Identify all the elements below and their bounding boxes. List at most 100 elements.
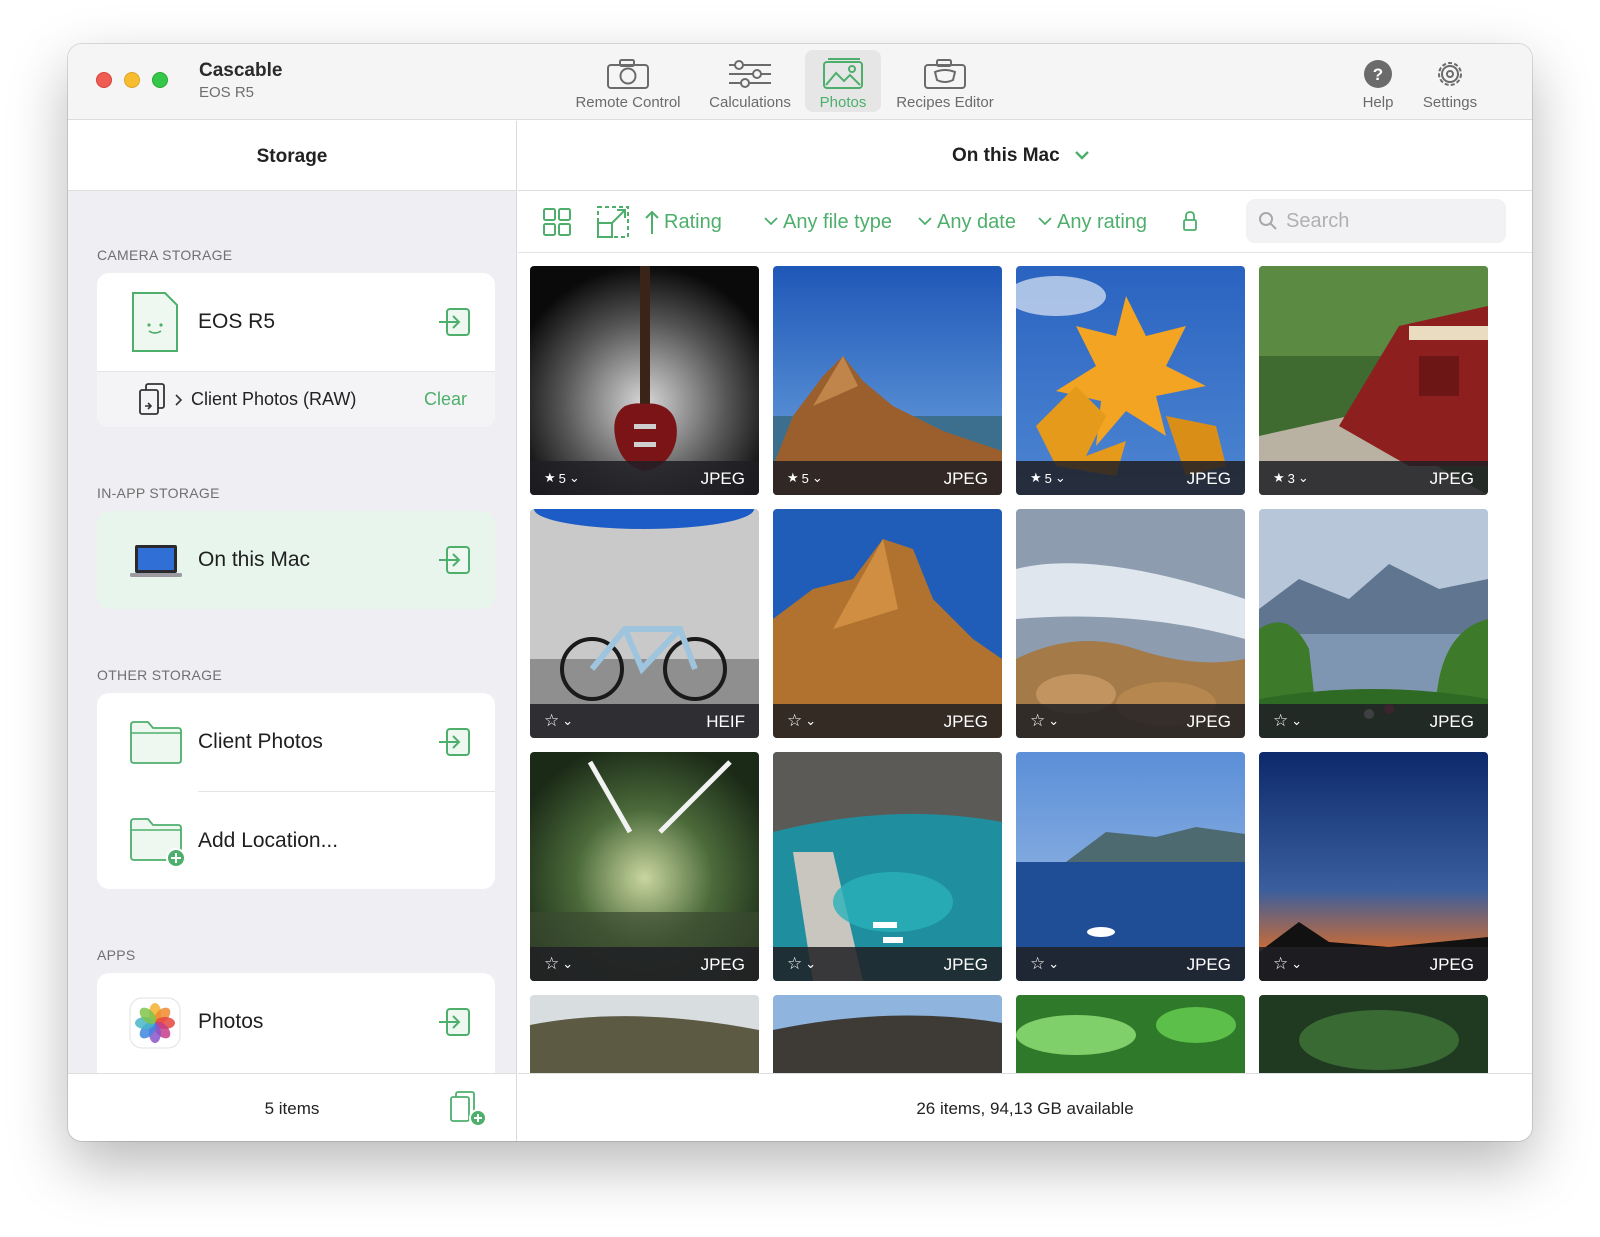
rating-control[interactable]: ☆ ⌄ bbox=[1030, 711, 1059, 731]
open-storage-icon[interactable] bbox=[437, 307, 471, 337]
toolbar-recipes-editor[interactable]: Recipes Editor bbox=[888, 50, 1002, 112]
photo-info-bar: ☆ ⌄ JPEG bbox=[1259, 947, 1488, 981]
photo-thumbnail[interactable]: ★ 5 ⌄ JPEG bbox=[773, 266, 1002, 495]
photo-thumbnail[interactable]: ☆ ⌄ JPEG bbox=[530, 752, 759, 981]
photos-icon bbox=[823, 58, 863, 89]
rating-control[interactable]: ☆ ⌄ bbox=[787, 954, 816, 974]
search-field[interactable] bbox=[1246, 199, 1506, 243]
rating-control[interactable]: ★ 5 ⌄ bbox=[787, 468, 823, 488]
open-storage-icon[interactable] bbox=[437, 1007, 471, 1037]
photos-count-status: 26 items, 94,13 GB available bbox=[916, 1099, 1134, 1118]
storage-item-label: EOS R5 bbox=[198, 310, 276, 333]
photo-thumbnail[interactable]: ★ 5 ⌄ JPEG bbox=[1016, 266, 1245, 495]
storage-item-client-photos[interactable]: Client Photos bbox=[97, 693, 495, 791]
thumbnail-size-icon[interactable] bbox=[596, 205, 630, 239]
photo-thumbnail[interactable] bbox=[1259, 995, 1488, 1073]
rating-control[interactable]: ★ 3 ⌄ bbox=[1273, 468, 1309, 488]
photo-thumbnail[interactable]: ☆ ⌄ JPEG bbox=[773, 752, 1002, 981]
open-storage-icon[interactable] bbox=[437, 727, 471, 757]
grid-view-icon[interactable] bbox=[542, 207, 572, 237]
chevron-down-icon: ⌄ bbox=[562, 956, 574, 971]
file-type-label: JPEG bbox=[1429, 469, 1474, 488]
file-type-label: JPEG bbox=[1429, 955, 1474, 974]
chevron-down-icon: ⌄ bbox=[1297, 470, 1309, 485]
gear-icon bbox=[1438, 62, 1462, 86]
sort-by-rating-button[interactable]: Rating bbox=[664, 211, 722, 234]
close-window-button[interactable] bbox=[96, 72, 112, 88]
photo-thumbnail[interactable] bbox=[773, 995, 1002, 1073]
toolbar-photos[interactable]: Photos bbox=[805, 50, 881, 112]
open-storage-icon[interactable] bbox=[437, 545, 471, 575]
photo-thumbnail[interactable]: ☆ ⌄ JPEG bbox=[1259, 509, 1488, 738]
sort-ascending-icon[interactable] bbox=[644, 209, 660, 235]
toolbar-help[interactable]: ? Help bbox=[1350, 50, 1406, 112]
clear-button[interactable]: Clear bbox=[424, 389, 467, 410]
lock-icon[interactable] bbox=[1182, 210, 1198, 232]
location-header: On this Mac bbox=[518, 121, 1532, 191]
section-label-camera: CAMERA STORAGE bbox=[97, 247, 233, 263]
photo-thumbnail[interactable]: ☆ ⌄ JPEG bbox=[1016, 509, 1245, 738]
photo-green-leaves bbox=[1016, 995, 1245, 1073]
photo-info-bar: ☆ ⌄ JPEG bbox=[773, 704, 1002, 738]
location-picker[interactable]: On this Mac bbox=[952, 145, 1060, 167]
svg-text:?: ? bbox=[1373, 65, 1383, 84]
add-folder-icon bbox=[130, 818, 186, 868]
file-type-filter[interactable]: Any file type bbox=[783, 211, 892, 234]
photo-thumbnail[interactable]: ☆ ⌄ JPEG bbox=[1016, 752, 1245, 981]
rating-control[interactable]: ☆ ⌄ bbox=[1273, 954, 1302, 974]
chevron-down-icon[interactable] bbox=[1074, 149, 1090, 161]
chevron-down-icon bbox=[764, 217, 778, 226]
storage-item-eos-r5[interactable]: EOS R5 bbox=[97, 273, 495, 371]
toolbar-remote-control[interactable]: Remote Control bbox=[568, 50, 688, 112]
storage-item-photos-app[interactable]: Photos bbox=[97, 973, 495, 1071]
photo-info-bar: ★ 5 ⌄ JPEG bbox=[530, 461, 759, 495]
photo-info-bar: ★ 5 ⌄ JPEG bbox=[1016, 461, 1245, 495]
photo-thumbnail[interactable]: ☆ ⌄ HEIF bbox=[530, 509, 759, 738]
file-type-label: JPEG bbox=[943, 955, 988, 974]
chevron-down-icon: ⌄ bbox=[1048, 956, 1060, 971]
file-type-label: JPEG bbox=[700, 469, 745, 488]
date-filter[interactable]: Any date bbox=[937, 211, 1016, 234]
camera-storage-card: EOS R5 Client Photos (RAW) Clear bbox=[97, 273, 495, 427]
rating-control[interactable]: ☆ ⌄ bbox=[544, 954, 573, 974]
sidebar-footer: 5 items bbox=[68, 1073, 517, 1141]
photo-grid[interactable]: ★ 5 ⌄ JPEG ★ 5 ⌄ JPEG ★ 5 ⌄ JPEG ★ 3 ⌄ J… bbox=[530, 266, 1530, 1073]
photo-thumbnail[interactable]: ★ 3 ⌄ JPEG bbox=[1259, 266, 1488, 495]
camera-folder-row[interactable]: Client Photos (RAW) Clear bbox=[97, 372, 495, 427]
photo-thumbnail[interactable]: ☆ ⌄ JPEG bbox=[773, 509, 1002, 738]
chevron-down-icon bbox=[1038, 217, 1052, 226]
toolbar-label: Photos bbox=[819, 94, 867, 111]
photo-thumbnail[interactable] bbox=[530, 995, 759, 1073]
add-location-button[interactable]: Add Location... bbox=[97, 792, 495, 889]
rating-value: 5 bbox=[1044, 470, 1052, 486]
photo-thumbnail[interactable] bbox=[1016, 995, 1245, 1073]
laptop-icon bbox=[130, 545, 182, 577]
add-storage-icon[interactable] bbox=[448, 1090, 488, 1128]
rating-filter[interactable]: Any rating bbox=[1057, 211, 1147, 234]
file-type-label: HEIF bbox=[706, 712, 745, 731]
star-filled-icon: ★ bbox=[1030, 470, 1042, 485]
rating-value: 3 bbox=[1287, 470, 1295, 486]
inapp-storage-card: On this Mac bbox=[97, 511, 495, 609]
rating-control[interactable]: ★ 5 ⌄ bbox=[1030, 468, 1066, 488]
file-type-label: JPEG bbox=[943, 712, 988, 731]
star-filled-icon: ★ bbox=[1273, 470, 1285, 485]
toolbar-calculations[interactable]: Calculations bbox=[702, 50, 798, 112]
rating-control[interactable]: ★ 5 ⌄ bbox=[544, 468, 580, 488]
toolbar-settings[interactable]: Settings bbox=[1412, 50, 1488, 112]
storage-item-on-this-mac[interactable]: On this Mac bbox=[97, 511, 495, 609]
storage-item-label: Client Photos bbox=[198, 730, 323, 753]
storage-item-label: Add Location... bbox=[198, 829, 339, 852]
rating-control[interactable]: ☆ ⌄ bbox=[544, 711, 573, 731]
rating-control[interactable]: ☆ ⌄ bbox=[1273, 711, 1302, 731]
photo-thumbnail[interactable]: ★ 5 ⌄ JPEG bbox=[530, 266, 759, 495]
minimize-window-button[interactable] bbox=[124, 72, 140, 88]
section-label-other: OTHER STORAGE bbox=[97, 667, 222, 683]
photo-thumbnail[interactable]: ☆ ⌄ JPEG bbox=[1259, 752, 1488, 981]
search-input[interactable] bbox=[1286, 207, 1496, 235]
file-type-label: JPEG bbox=[1186, 469, 1231, 488]
zoom-window-button[interactable] bbox=[152, 72, 168, 88]
rating-control[interactable]: ☆ ⌄ bbox=[1030, 954, 1059, 974]
rating-control[interactable]: ☆ ⌄ bbox=[787, 711, 816, 731]
storage-item-label: Photos bbox=[198, 1010, 264, 1033]
